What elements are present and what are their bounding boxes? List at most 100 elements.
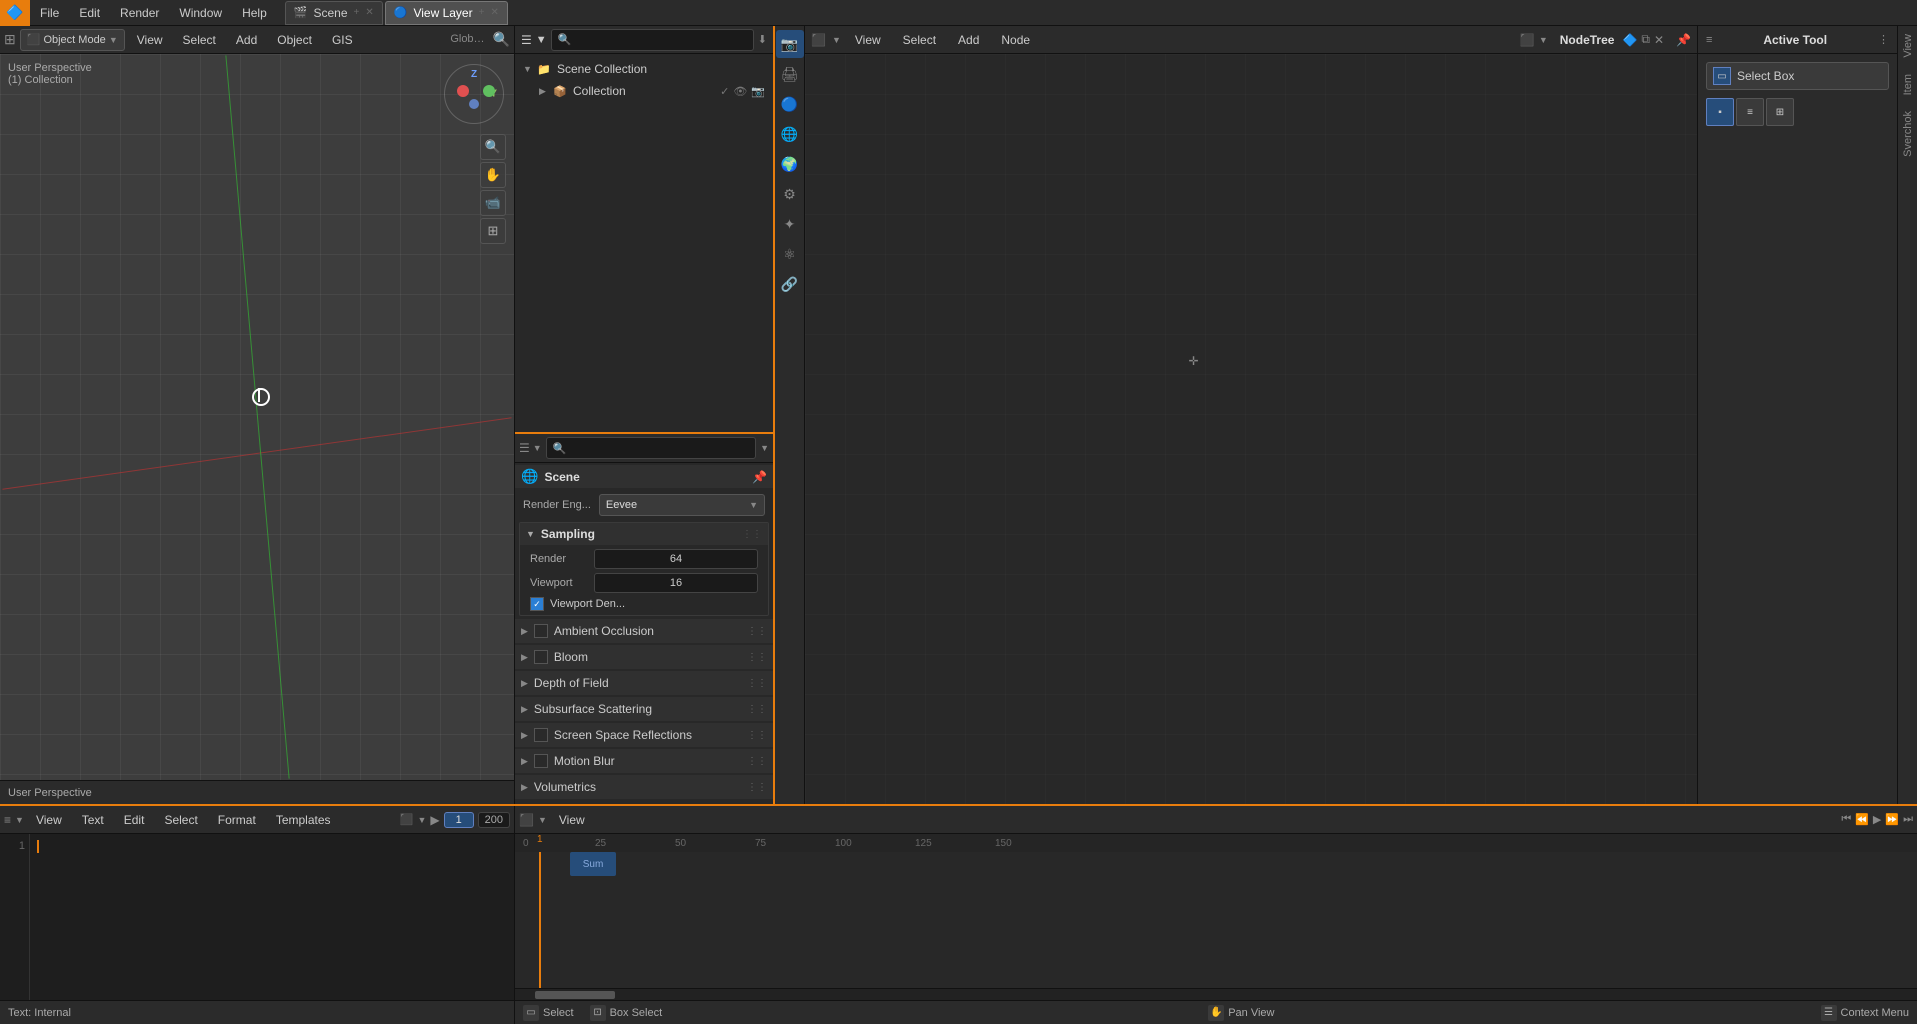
mb-checkbox[interactable]	[534, 754, 548, 768]
active-tool-header-label: Active Tool	[1763, 33, 1827, 47]
timeline-scrollbar[interactable]	[515, 988, 1917, 1000]
scene-props-icon[interactable]: 🌐	[776, 120, 804, 148]
sss-section[interactable]: ▶ Subsurface Scattering ⋮⋮	[515, 697, 773, 721]
node-node-menu[interactable]: Node	[993, 29, 1038, 51]
particles-icon[interactable]: ✦	[776, 210, 804, 238]
grid-icon[interactable]: ⊞	[480, 218, 506, 244]
render-engine-dropdown[interactable]: Eevee ▼	[599, 494, 765, 516]
text-select-menu[interactable]: Select	[156, 809, 205, 831]
go-to-start[interactable]: ⏮	[1841, 813, 1851, 826]
ssr-checkbox[interactable]	[534, 728, 548, 742]
text-content-area[interactable]	[30, 834, 514, 1000]
gis-menu[interactable]: GIS	[324, 29, 361, 51]
camera-vis-icon[interactable]: 📷	[751, 85, 765, 98]
timeline-view-menu[interactable]: View	[551, 809, 593, 831]
global-btn[interactable]: Glob…	[446, 31, 488, 48]
item-vertical-tab[interactable]: Item	[1900, 66, 1916, 103]
frame-indicator[interactable]: 1	[444, 812, 474, 828]
select-footer-btn[interactable]: ▭ Select	[523, 1005, 574, 1021]
ao-checkbox[interactable]	[534, 624, 548, 638]
select-menu[interactable]: Select	[175, 29, 224, 51]
end-frame[interactable]: 200	[478, 812, 510, 828]
menu-help[interactable]: Help	[232, 0, 277, 25]
zoom-icon[interactable]: 🔍	[480, 134, 506, 160]
search-icon-viewport[interactable]: 🔍	[493, 31, 510, 48]
tab-close-viewlayer[interactable]: ✕	[490, 7, 498, 18]
node-add-menu[interactable]: Add	[950, 29, 987, 51]
bloom-section[interactable]: ▶ Bloom ⋮⋮	[515, 645, 773, 669]
sidebar-expand-icon[interactable]: ⋮	[1878, 33, 1889, 46]
prop-search-bar[interactable]: 🔍	[546, 437, 756, 459]
go-backward[interactable]: ⏪	[1855, 813, 1869, 826]
select-box-tool[interactable]: ▭ Select Box	[1706, 62, 1889, 90]
node-pin-icon[interactable]: 📌	[1676, 33, 1691, 47]
viewport-gizmo[interactable]: Z Y	[444, 64, 504, 124]
mode-icon-select[interactable]: ▪	[1706, 98, 1734, 126]
viewport-denoise-checkbox[interactable]: ✓	[530, 597, 544, 611]
object-menu[interactable]: Object	[269, 29, 320, 51]
menu-edit[interactable]: Edit	[69, 0, 110, 25]
camera-icon[interactable]: 📹	[480, 190, 506, 216]
output-props-icon[interactable]: 🖨	[776, 60, 804, 88]
world-props-icon[interactable]: 🌍	[776, 150, 804, 178]
node-view-menu[interactable]: View	[847, 29, 889, 51]
view-layer-icon[interactable]: 🔵	[776, 90, 804, 118]
playback-btn[interactable]: ▶	[430, 813, 439, 827]
node-select-menu[interactable]: Select	[895, 29, 944, 51]
timeline-scrollbar-thumb[interactable]	[535, 991, 615, 999]
eye-icon[interactable]: 👁	[733, 85, 747, 98]
menu-window[interactable]: Window	[169, 0, 232, 25]
outliner-search-bar[interactable]: 🔍	[551, 29, 754, 51]
pan-icon[interactable]: ✋	[480, 162, 506, 188]
sverchok-vertical-tab[interactable]: Sverchok	[1900, 103, 1916, 165]
render-value[interactable]: 64	[594, 549, 758, 569]
pin-icon[interactable]: 📌	[752, 470, 767, 484]
text-format-menu[interactable]: Format	[210, 809, 264, 831]
workspace-tab-viewlayer[interactable]: 🔵 View Layer + ✕	[385, 1, 508, 25]
text-view-menu[interactable]: View	[28, 809, 70, 831]
constraints-icon[interactable]: 🔗	[776, 270, 804, 298]
dof-section[interactable]: ▶ Depth of Field ⋮⋮	[515, 671, 773, 695]
render-props-icon[interactable]: 📷	[776, 30, 804, 58]
sampling-header[interactable]: ▼ Sampling ⋮⋮	[520, 523, 768, 545]
ambient-occlusion-section[interactable]: ▶ Ambient Occlusion ⋮⋮	[515, 619, 773, 643]
box-select-footer-btn[interactable]: ⊡ Box Select	[590, 1005, 663, 1021]
text-templates-menu[interactable]: Templates	[268, 809, 339, 831]
viewport-value[interactable]: 16	[594, 573, 758, 593]
view-menu[interactable]: View	[129, 29, 171, 51]
props-search-input[interactable]	[570, 442, 749, 454]
text-canvas[interactable]: 1	[0, 834, 514, 1000]
check-icon[interactable]: ✓	[720, 85, 729, 98]
filter-icon[interactable]: ⬇	[758, 33, 767, 46]
object-mode-dropdown[interactable]: ⬛ Object Mode ▼	[20, 29, 125, 51]
add-menu[interactable]: Add	[228, 29, 265, 51]
viewport-canvas[interactable]: User Perspective (1) Collection Z Y 🔍 ✋ …	[0, 54, 514, 780]
text-text-menu[interactable]: Text	[74, 809, 112, 831]
view-vertical-tab[interactable]: View	[1900, 26, 1916, 66]
context-menu-footer-btn[interactable]: ☰ Context Menu	[1821, 1005, 1909, 1021]
outliner-search-input[interactable]	[575, 34, 746, 46]
object-props-icon[interactable]: ⚙	[776, 180, 804, 208]
scene-collection-item[interactable]: ▼ 📁 Scene Collection	[515, 58, 773, 80]
go-to-end[interactable]: ⏭	[1903, 813, 1913, 826]
menu-render[interactable]: Render	[110, 0, 169, 25]
node-canvas[interactable]: ✛	[805, 54, 1697, 804]
collection-item[interactable]: ▶ 📦 Collection ✓ 👁 📷	[515, 80, 773, 102]
bloom-checkbox[interactable]	[534, 650, 548, 664]
text-edit-menu[interactable]: Edit	[116, 809, 153, 831]
motion-blur-section[interactable]: ▶ Motion Blur ⋮⋮	[515, 749, 773, 773]
node-duplicate-icon[interactable]: ⧉	[1641, 32, 1650, 47]
menu-file[interactable]: File	[30, 0, 69, 25]
node-close-icon[interactable]: ✕	[1654, 33, 1664, 47]
mode-icon-list[interactable]: ≡	[1736, 98, 1764, 126]
play-btn[interactable]: ▶	[1873, 813, 1881, 826]
ssr-section[interactable]: ▶ Screen Space Reflections ⋮⋮	[515, 723, 773, 747]
physics-icon[interactable]: ⚛	[776, 240, 804, 268]
mode-icon-grid[interactable]: ⊞	[1766, 98, 1794, 126]
tab-close-scene[interactable]: ✕	[365, 7, 373, 18]
workspace-tab-scene[interactable]: 🎬 Scene + ✕	[285, 1, 383, 25]
go-forward[interactable]: ⏩	[1885, 813, 1899, 826]
timeline-canvas[interactable]: 0 25 50 75 100 125 150 1 Sum	[515, 834, 1917, 1000]
pan-view-footer-btn[interactable]: ✋ Pan View	[1208, 1005, 1274, 1021]
volumetrics-section[interactable]: ▶ Volumetrics ⋮⋮	[515, 775, 773, 799]
